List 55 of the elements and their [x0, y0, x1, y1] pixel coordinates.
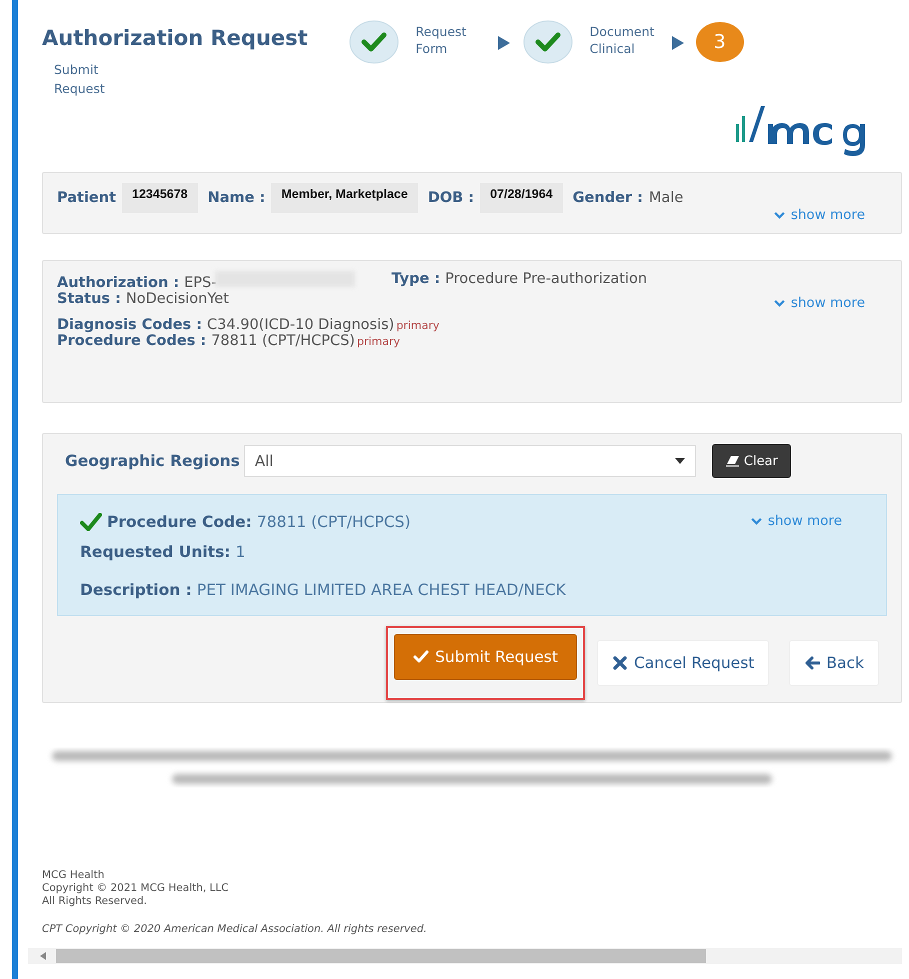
- dropdown-caret-icon: [674, 458, 685, 464]
- check-icon: [413, 650, 430, 664]
- field-label: Procedure Code:: [107, 513, 252, 531]
- arrow-icon: [498, 36, 510, 50]
- back-button[interactable]: Back: [789, 640, 879, 686]
- field-value: 78811 (CPT/HCPCS): [211, 333, 355, 349]
- close-icon: [612, 656, 628, 670]
- field-value: Male: [648, 190, 684, 206]
- step-label: Document Clinical: [590, 23, 656, 57]
- step-label: Request Form: [416, 23, 468, 57]
- field-label: Type :: [391, 271, 440, 287]
- footer-text: MCG Health: [42, 869, 106, 882]
- footer-text: All Rights Reserved.: [42, 895, 148, 908]
- field-value: EPS-: [184, 275, 216, 291]
- cancel-button[interactable]: Cancel Request: [596, 640, 770, 686]
- field-label: Authorization :: [57, 275, 180, 291]
- field-label: Procedure Codes :: [57, 333, 206, 349]
- field-label: Gender :: [572, 190, 643, 206]
- page-title: Authorization Request: [42, 26, 308, 50]
- field-value: 1: [236, 543, 246, 561]
- submit-button[interactable]: Submit Request: [394, 634, 577, 680]
- field-label: DOB :: [428, 190, 474, 206]
- primary-tag: primary: [396, 319, 440, 332]
- field-value: 78811 (CPT/HCPCS): [256, 513, 411, 531]
- horizontal-scrollbar[interactable]: [28, 948, 902, 964]
- field-label: Diagnosis Codes :: [57, 317, 202, 333]
- field-label: Description :: [80, 581, 192, 599]
- step-number: 3: [696, 22, 744, 62]
- field-value: Member, Marketplace: [271, 183, 418, 213]
- step-label: Submit Request: [54, 61, 106, 98]
- field-value: NoDecisionYet: [126, 291, 229, 307]
- primary-tag: primary: [356, 335, 400, 348]
- arrow-left-icon: [804, 656, 820, 670]
- eraser-icon: [724, 455, 741, 467]
- scroll-left-icon[interactable]: [40, 952, 46, 960]
- footer-text: Copyright © 2021 MCG Health, LLC: [42, 882, 230, 895]
- field-label: Requested Units:: [80, 543, 230, 561]
- show-more-link[interactable]: show more: [774, 207, 865, 223]
- field-label: Geographic Regions: [65, 452, 240, 470]
- field-value: PET IMAGING LIMITED AREA CHEST HEAD/NECK: [196, 581, 566, 599]
- clear-button[interactable]: Clear: [712, 444, 791, 478]
- field-value: 07/28/1964: [480, 183, 563, 213]
- chevron-down-icon: [774, 300, 785, 307]
- region-select[interactable]: All: [244, 445, 696, 477]
- field-value: C34.90(ICD-10 Diagnosis): [207, 317, 394, 333]
- field-label: Name :: [208, 190, 266, 206]
- chevron-down-icon: [750, 518, 762, 525]
- field-label: Status :: [57, 291, 121, 307]
- field-value: Procedure Pre-authorization: [445, 271, 648, 287]
- field-label: Patient: [57, 190, 116, 206]
- show-more-link[interactable]: show more: [774, 295, 865, 311]
- chevron-down-icon: [774, 212, 785, 219]
- field-value: 12345678: [122, 183, 198, 213]
- arrow-icon: [672, 36, 684, 50]
- copyright-text: CPT Copyright © 2020 American Medical Association. All rights reserved.: [42, 923, 428, 936]
